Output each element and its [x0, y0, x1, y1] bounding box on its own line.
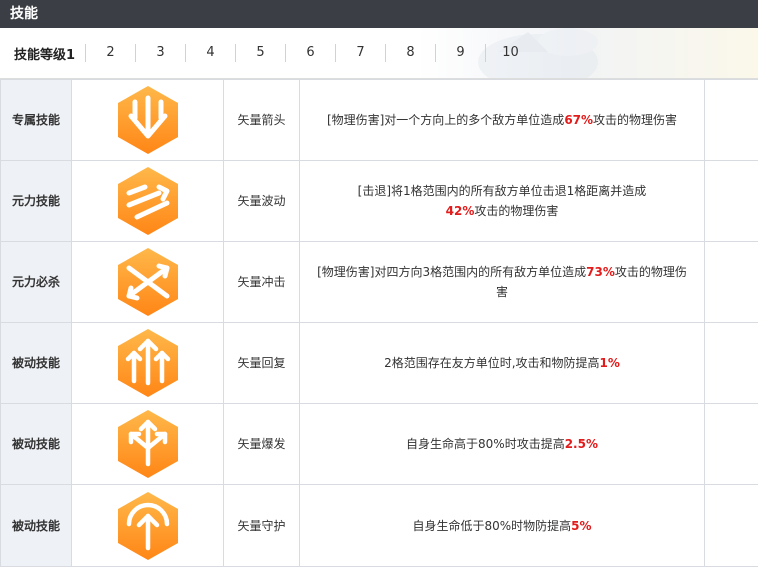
table-row: 被动技能 矢量爆发 自身生命高于80%时攻击提高2.5% [1, 404, 758, 485]
skill-name: 矢量波动 [224, 161, 300, 242]
skill-description: 自身生命低于80%时物防提高5% [300, 485, 705, 567]
skill-value: 73% [586, 265, 615, 279]
empty-cell [705, 161, 758, 242]
skill-icon-cell [72, 323, 224, 404]
skill-icon-cell [72, 161, 224, 242]
skill-description: 自身生命高于80%时攻击提高2.5% [300, 404, 705, 485]
skill-name: 矢量爆发 [224, 404, 300, 485]
skill-value: 5% [571, 519, 591, 533]
skill-value: 2.5% [565, 437, 598, 451]
level-tab-5[interactable]: 5 [235, 44, 285, 62]
skill-name: 矢量守护 [224, 485, 300, 567]
empty-cell [705, 242, 758, 323]
skill-icon-cell [72, 404, 224, 485]
skill-name: 矢量回复 [224, 323, 300, 404]
skill-description: [物理伤害]对四方向3格范围内的所有敌方单位造成73%攻击的物理伤害 [300, 242, 705, 323]
level-tab-4[interactable]: 4 [185, 44, 235, 62]
table-row: 被动技能 矢量守护 自身生命低于80%时物防提高5% [1, 485, 758, 567]
skill-table: 专属技能 矢量箭头 [物理伤害]对一个方向上的多个敌方单位造成67%攻击的物理伤… [0, 79, 758, 567]
level-tab-8[interactable]: 8 [385, 44, 435, 62]
table-row: 元力必杀 矢量冲击 [物理伤害]对四方向3格范围内的所有敌方单位造成73%攻击的… [1, 242, 758, 323]
skill-category: 元力必杀 [1, 242, 72, 323]
empty-cell [705, 485, 758, 567]
level-tab-7[interactable]: 7 [335, 44, 385, 62]
table-row: 被动技能 矢量回复 2格范围存在友方单位时,攻击和物防提高1% [1, 323, 758, 404]
vector-triple-arrow-up-icon [115, 327, 181, 399]
skill-icon-cell [72, 485, 224, 567]
skill-category: 被动技能 [1, 485, 72, 567]
skill-description: [物理伤害]对一个方向上的多个敌方单位造成67%攻击的物理伤害 [300, 80, 705, 161]
level-tab-10[interactable]: 10 [485, 44, 535, 62]
level-tab-6[interactable]: 6 [285, 44, 335, 62]
skill-name: 矢量箭头 [224, 80, 300, 161]
empty-cell [705, 80, 758, 161]
section-title: 技能 [10, 6, 38, 22]
vector-arrow-down-icon [115, 84, 181, 156]
level-tab-3[interactable]: 3 [135, 44, 185, 62]
skill-category: 被动技能 [1, 323, 72, 404]
skill-value: 67% [564, 113, 593, 127]
vector-cross-icon [115, 246, 181, 318]
table-row: 专属技能 矢量箭头 [物理伤害]对一个方向上的多个敌方单位造成67%攻击的物理伤… [1, 80, 758, 161]
skill-category: 元力技能 [1, 161, 72, 242]
level-tab-9[interactable]: 9 [435, 44, 485, 62]
skill-icon-cell [72, 80, 224, 161]
table-row: 元力技能 矢量波动 [击退]将1格范围内的所有敌方单位击退1格距离并造成42%攻… [1, 161, 758, 242]
vector-burst-icon [115, 408, 181, 480]
vector-guard-icon [115, 490, 181, 562]
skill-description: [击退]将1格范围内的所有敌方单位击退1格距离并造成42%攻击的物理伤害 [300, 161, 705, 242]
skill-name: 矢量冲击 [224, 242, 300, 323]
section-title-bar: 技能 [0, 0, 758, 28]
skill-value: 1% [600, 356, 620, 370]
level-tab-2[interactable]: 2 [85, 44, 135, 62]
skill-icon-cell [72, 242, 224, 323]
empty-cell [705, 323, 758, 404]
level-tab-1[interactable]: 技能等级1 [0, 44, 85, 63]
empty-cell [705, 404, 758, 485]
skill-category: 专属技能 [1, 80, 72, 161]
skill-level-bar: 技能等级1 2 3 4 5 6 7 8 9 10 [0, 28, 758, 79]
skill-category: 被动技能 [1, 404, 72, 485]
skill-value: 42% [446, 204, 475, 218]
vector-wave-icon [115, 165, 181, 237]
skill-description: 2格范围存在友方单位时,攻击和物防提高1% [300, 323, 705, 404]
